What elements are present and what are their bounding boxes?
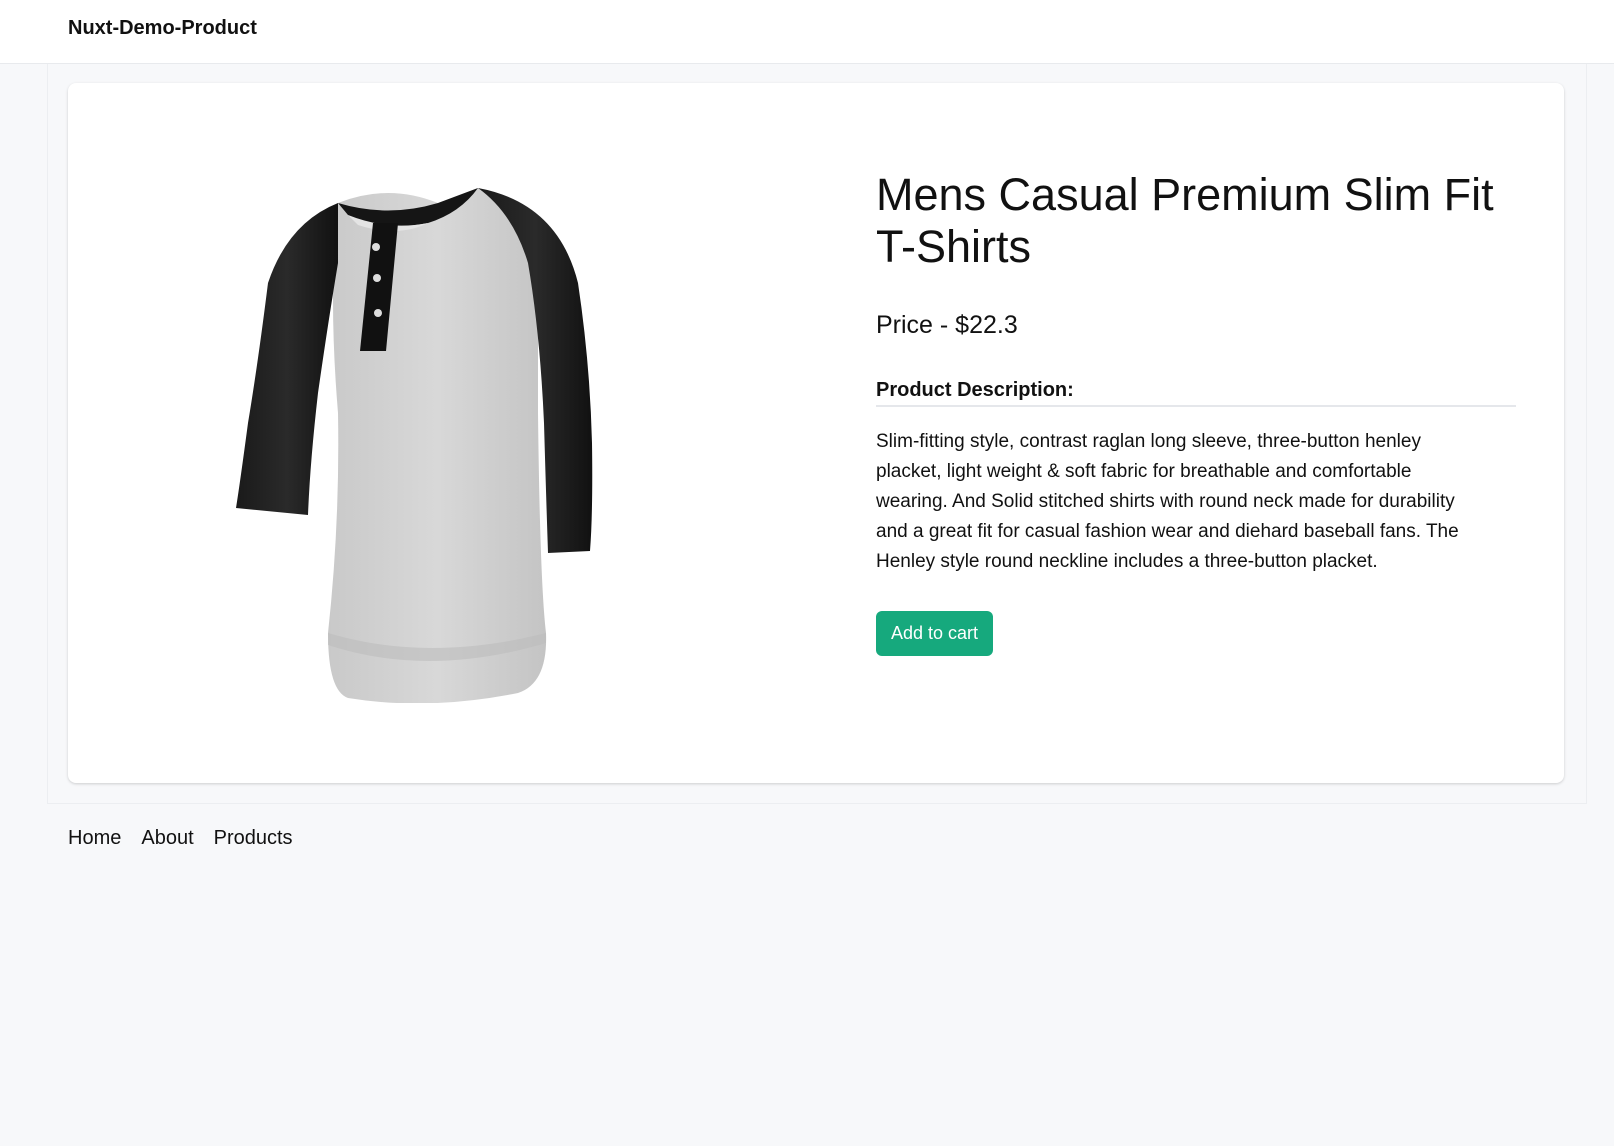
nav-link-home[interactable]: Home	[68, 825, 121, 851]
product-card: Mens Casual Premium Slim Fit T-Shirts Pr…	[68, 83, 1564, 783]
product-price: Price - $22.3	[876, 311, 1018, 339]
add-to-cart-button[interactable]: Add to cart	[876, 611, 994, 656]
top-navbar: Nuxt-Demo-Product	[0, 0, 1614, 64]
product-image	[228, 163, 648, 704]
product-details: Mens Casual Premium Slim Fit T-Shirts Pr…	[876, 169, 1516, 656]
nav-link-about[interactable]: About	[141, 825, 193, 851]
footer-nav: Home About Products	[68, 825, 293, 851]
product-description: Slim-fitting style, contrast raglan long…	[876, 431, 1459, 572]
shirt-image	[236, 188, 593, 704]
description-heading: Product Description:	[876, 377, 1516, 407]
nav-link-products[interactable]: Products	[214, 825, 293, 851]
product-title: Mens Casual Premium Slim Fit T-Shirts	[876, 169, 1494, 272]
brand-link[interactable]: Nuxt-Demo-Product	[68, 16, 257, 40]
